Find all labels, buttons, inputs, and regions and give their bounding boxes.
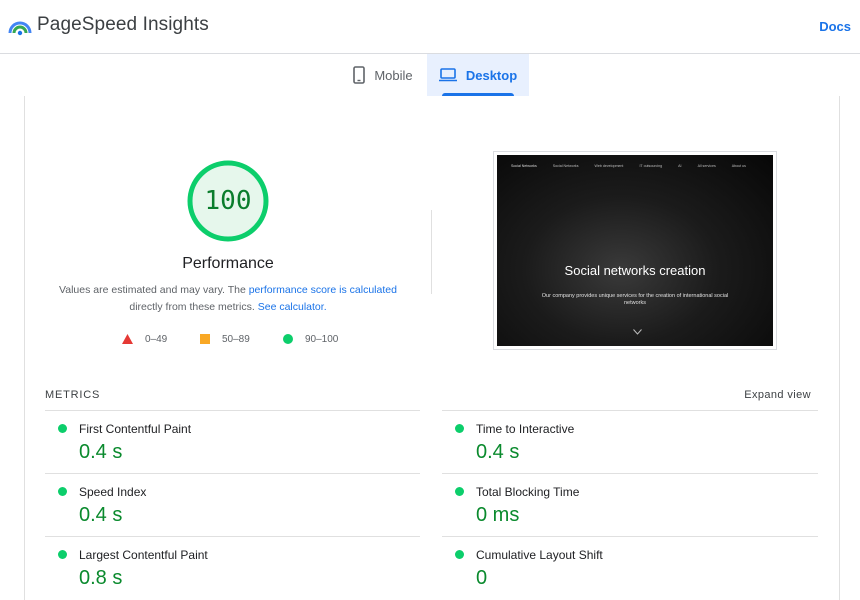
chevron-down-icon bbox=[633, 329, 642, 335]
legend-average-range: 50–89 bbox=[222, 333, 250, 345]
screenshot-nav-item: AI bbox=[678, 164, 682, 168]
desc-text: Values are estimated and may vary. The bbox=[59, 284, 249, 296]
screenshot-subtext: Our company provides unique services for… bbox=[541, 293, 729, 306]
metric-name: Speed Index bbox=[79, 485, 147, 499]
performance-score-link[interactable]: performance score is calculated bbox=[249, 284, 397, 296]
pass-circle-icon bbox=[455, 550, 464, 559]
laptop-icon bbox=[438, 68, 457, 82]
pass-circle-icon bbox=[455, 487, 464, 496]
screenshot-headline: Social networks creation bbox=[564, 263, 706, 278]
circle-icon bbox=[283, 334, 293, 344]
legend-pass: 90–100 bbox=[283, 332, 338, 346]
smartphone-icon bbox=[353, 66, 366, 84]
screenshot-nav: Social Networks Social Networks Web deve… bbox=[497, 155, 773, 177]
pagespeed-logo-icon[interactable] bbox=[8, 13, 32, 37]
metric-value: 0.4 s bbox=[476, 441, 520, 463]
tab-mobile-label: Mobile bbox=[374, 67, 413, 83]
tab-mobile[interactable]: Mobile bbox=[340, 54, 426, 96]
metric-value: 0.4 s bbox=[79, 441, 123, 463]
metric-speed-index: Speed Index 0.4 s bbox=[45, 473, 420, 536]
screenshot-nav-item: Web development bbox=[594, 164, 624, 168]
device-tabs: Mobile Desktop bbox=[0, 54, 860, 96]
performance-title: Performance bbox=[182, 255, 274, 272]
screenshot-nav-item: IT outsourcing bbox=[639, 164, 663, 168]
screenshot-nav-item: All services bbox=[697, 164, 716, 168]
pass-circle-icon bbox=[58, 487, 67, 496]
page-screenshot[interactable]: Social Networks Social Networks Web deve… bbox=[493, 151, 777, 350]
metric-name: Largest Contentful Paint bbox=[79, 548, 208, 562]
desc-text-2: directly from these metrics. bbox=[129, 301, 258, 313]
legend-fail: 0–49 bbox=[122, 332, 167, 346]
metric-cumulative-layout-shift: Cumulative Layout Shift 0 bbox=[442, 536, 818, 599]
metric-name: First Contentful Paint bbox=[79, 422, 192, 436]
expand-view-button[interactable]: Expand view bbox=[744, 389, 811, 401]
legend-pass-range: 90–100 bbox=[305, 333, 339, 345]
metric-first-contentful-paint: First Contentful Paint 0.4 s bbox=[45, 410, 420, 473]
section-divider bbox=[431, 210, 432, 294]
legend-average: 50–89 bbox=[200, 332, 250, 346]
pass-circle-icon bbox=[58, 424, 67, 433]
metric-largest-contentful-paint: Largest Contentful Paint 0.8 s bbox=[45, 536, 420, 599]
screenshot-nav-item: Social Networks bbox=[552, 164, 579, 168]
metric-value: 0.8 s bbox=[79, 567, 123, 589]
performance-score: 100 bbox=[204, 186, 252, 216]
square-icon bbox=[200, 334, 210, 344]
legend-fail-range: 0–49 bbox=[145, 333, 168, 345]
see-calculator-link[interactable]: See calculator. bbox=[258, 301, 327, 313]
docs-link[interactable]: Docs bbox=[819, 19, 851, 34]
screenshot-nav-item: About us bbox=[731, 164, 746, 168]
screenshot-brand: Social Networks bbox=[511, 164, 537, 168]
metric-name: Cumulative Layout Shift bbox=[476, 548, 603, 562]
metric-name: Total Blocking Time bbox=[476, 485, 580, 499]
tab-desktop[interactable]: Desktop bbox=[427, 54, 529, 96]
screenshot-content: Social Networks Social Networks Web deve… bbox=[497, 155, 773, 346]
app-title: PageSpeed Insights bbox=[37, 14, 209, 35]
metric-value: 0 ms bbox=[476, 504, 520, 526]
metric-name: Time to Interactive bbox=[476, 422, 575, 436]
metric-time-to-interactive: Time to Interactive 0.4 s bbox=[442, 410, 818, 473]
pass-circle-icon bbox=[58, 550, 67, 559]
metric-value: 0 bbox=[476, 567, 488, 589]
metric-value: 0.4 s bbox=[79, 504, 123, 526]
performance-description: Values are estimated and may vary. The p… bbox=[48, 282, 408, 316]
metrics-heading: METRICS bbox=[45, 389, 101, 401]
metric-total-blocking-time: Total Blocking Time 0 ms bbox=[442, 473, 818, 536]
top-bar: PageSpeed Insights Docs bbox=[0, 0, 860, 54]
tab-desktop-label: Desktop bbox=[465, 67, 518, 83]
pass-circle-icon bbox=[455, 424, 464, 433]
triangle-icon bbox=[122, 334, 133, 344]
